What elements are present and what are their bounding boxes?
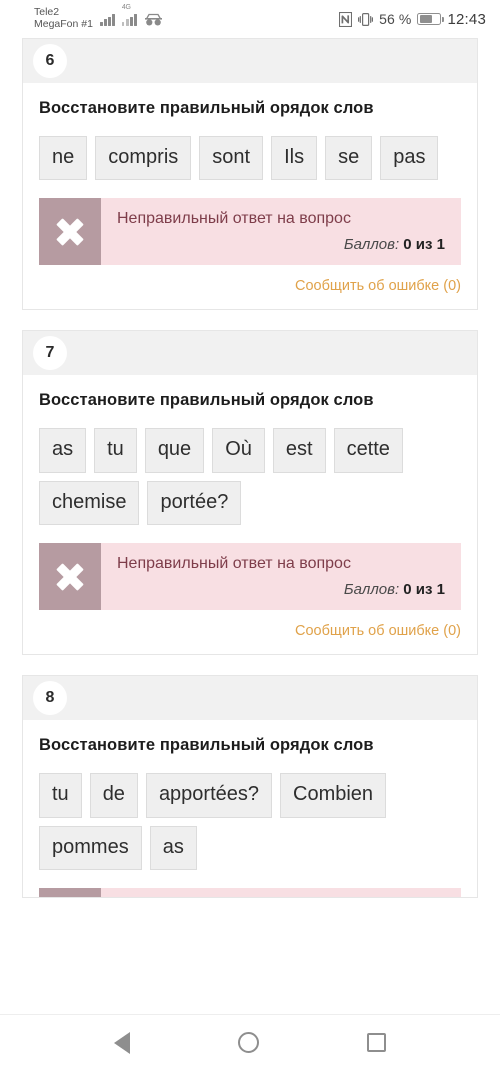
question-prompt: Восстановите правильный орядок слов (39, 736, 374, 755)
word-chip[interactable]: Ils (271, 136, 318, 181)
signal-bars-4g-icon: 4G (121, 4, 137, 26)
score-line: Баллов: 0 из 1 (117, 236, 445, 253)
word-chip[interactable]: compris (95, 136, 192, 181)
question-card: 8 Восстановите правильный орядок слов tu… (22, 675, 478, 898)
word-chip-list: ne compris sont Ils se pas (39, 136, 461, 181)
word-chip[interactable]: de (89, 773, 138, 818)
question-card-header: 6 (23, 39, 477, 83)
quiz-scroll-area[interactable]: 6 Восстановите правильный орядок слов ne… (0, 38, 500, 1014)
incorrect-banner-text: Неправильный ответ на вопрос Баллов: 0 и… (101, 543, 461, 610)
word-chip[interactable]: pas (380, 136, 439, 181)
android-nav-bar (0, 1014, 500, 1070)
word-chip[interactable]: ne (39, 136, 88, 181)
question-number-badge: 7 (33, 336, 67, 371)
incorrect-icon-box (39, 887, 101, 897)
word-chip[interactable]: sont (199, 136, 264, 181)
incorrect-icon-box (39, 543, 101, 611)
close-icon (57, 219, 83, 245)
incorrect-answer-banner-clipped (39, 887, 461, 897)
status-bar-left: Tele2 MegaFon #1 4G (34, 4, 163, 31)
status-bar: Tele2 MegaFon #1 4G 56 % 12:43 (0, 0, 500, 38)
word-chip[interactable]: pommes (39, 825, 142, 870)
word-chip[interactable]: se (325, 136, 373, 181)
battery-icon (417, 13, 445, 25)
question-card-body: Восстановите правильный орядок слов ne c… (23, 83, 477, 266)
network-type-label: 4G (121, 3, 131, 11)
question-card-header: 8 (23, 676, 477, 721)
question-card: 6 Восстановите правильный орядок слов ne… (22, 38, 478, 311)
word-chip[interactable]: Combien (280, 773, 387, 818)
status-bar-right: 56 % 12:43 (339, 11, 486, 28)
question-card: 7 Восстановите правильный орядок слов as… (22, 330, 478, 656)
question-number-badge: 8 (33, 681, 67, 716)
word-chip[interactable]: as (149, 825, 197, 870)
incorrect-answer-banner: Неправильный ответ на вопрос Баллов: 0 и… (39, 198, 461, 266)
question-prompt: Восстановите правильный орядок слов (39, 391, 374, 410)
score-value: 0 из 1 (403, 236, 445, 254)
incorrect-banner-text: Неправильный ответ на вопрос Баллов: 0 и… (101, 198, 461, 265)
word-chip[interactable]: cette (333, 428, 403, 473)
battery-percent-label: 56 % (379, 11, 412, 27)
word-chip[interactable]: chemise (39, 480, 140, 526)
score-value: 0 из 1 (403, 581, 445, 599)
carrier-line-2: MegaFon #1 (34, 18, 93, 30)
word-chip[interactable]: apportées? (145, 773, 273, 818)
incorrect-answer-title: Неправильный ответ на вопрос (117, 210, 351, 228)
word-chip-list: tu de apportées? Combien pommes as (39, 773, 461, 870)
incognito-icon (144, 13, 162, 25)
home-icon[interactable] (238, 1032, 259, 1053)
incorrect-answer-title: Неправильный ответ на вопрос (117, 555, 351, 573)
word-chip[interactable]: portée? (147, 480, 242, 526)
score-label: Баллов: (343, 236, 400, 254)
score-line: Баллов: 0 из 1 (117, 581, 445, 598)
incorrect-icon-box (39, 198, 101, 266)
score-label: Баллов: (343, 581, 400, 599)
nfc-icon (339, 11, 353, 27)
question-card-body: Восстановите правильный орядок слов tu d… (23, 720, 477, 897)
question-card-header: 7 (23, 331, 477, 376)
word-chip[interactable]: Où (212, 428, 265, 473)
word-chip[interactable]: que (144, 428, 205, 473)
word-chip[interactable]: as (39, 428, 87, 473)
word-chip[interactable]: est (272, 428, 326, 473)
question-card-footer: Сообщить об ошибке (0) (23, 265, 477, 309)
report-error-link[interactable]: Сообщить об ошибке (0) (295, 278, 461, 294)
word-chip[interactable]: tu (94, 428, 137, 473)
carrier-names: Tele2 MegaFon #1 (34, 6, 93, 31)
clock-label: 12:43 (447, 10, 486, 28)
phone-screen: Tele2 MegaFon #1 4G 56 % 12:43 6 Восстан… (0, 0, 500, 1070)
recents-icon[interactable] (367, 1033, 386, 1052)
incorrect-answer-banner: Неправильный ответ на вопрос Баллов: 0 и… (39, 543, 461, 611)
back-icon[interactable] (114, 1031, 130, 1054)
question-prompt: Восстановите правильный орядок слов (39, 99, 374, 117)
signal-bars-icon (99, 13, 115, 26)
question-card-body: Восстановите правильный орядок слов as t… (23, 375, 477, 611)
word-chip[interactable]: tu (39, 773, 82, 818)
close-icon (57, 564, 83, 590)
question-card-footer: Сообщить об ошибке (0) (23, 610, 477, 654)
vibrate-icon (358, 12, 374, 26)
word-chip-list: as tu que Où est cette chemise portée? (39, 428, 461, 526)
report-error-link[interactable]: Сообщить об ошибке (0) (295, 623, 461, 639)
question-number-badge: 6 (33, 44, 67, 78)
